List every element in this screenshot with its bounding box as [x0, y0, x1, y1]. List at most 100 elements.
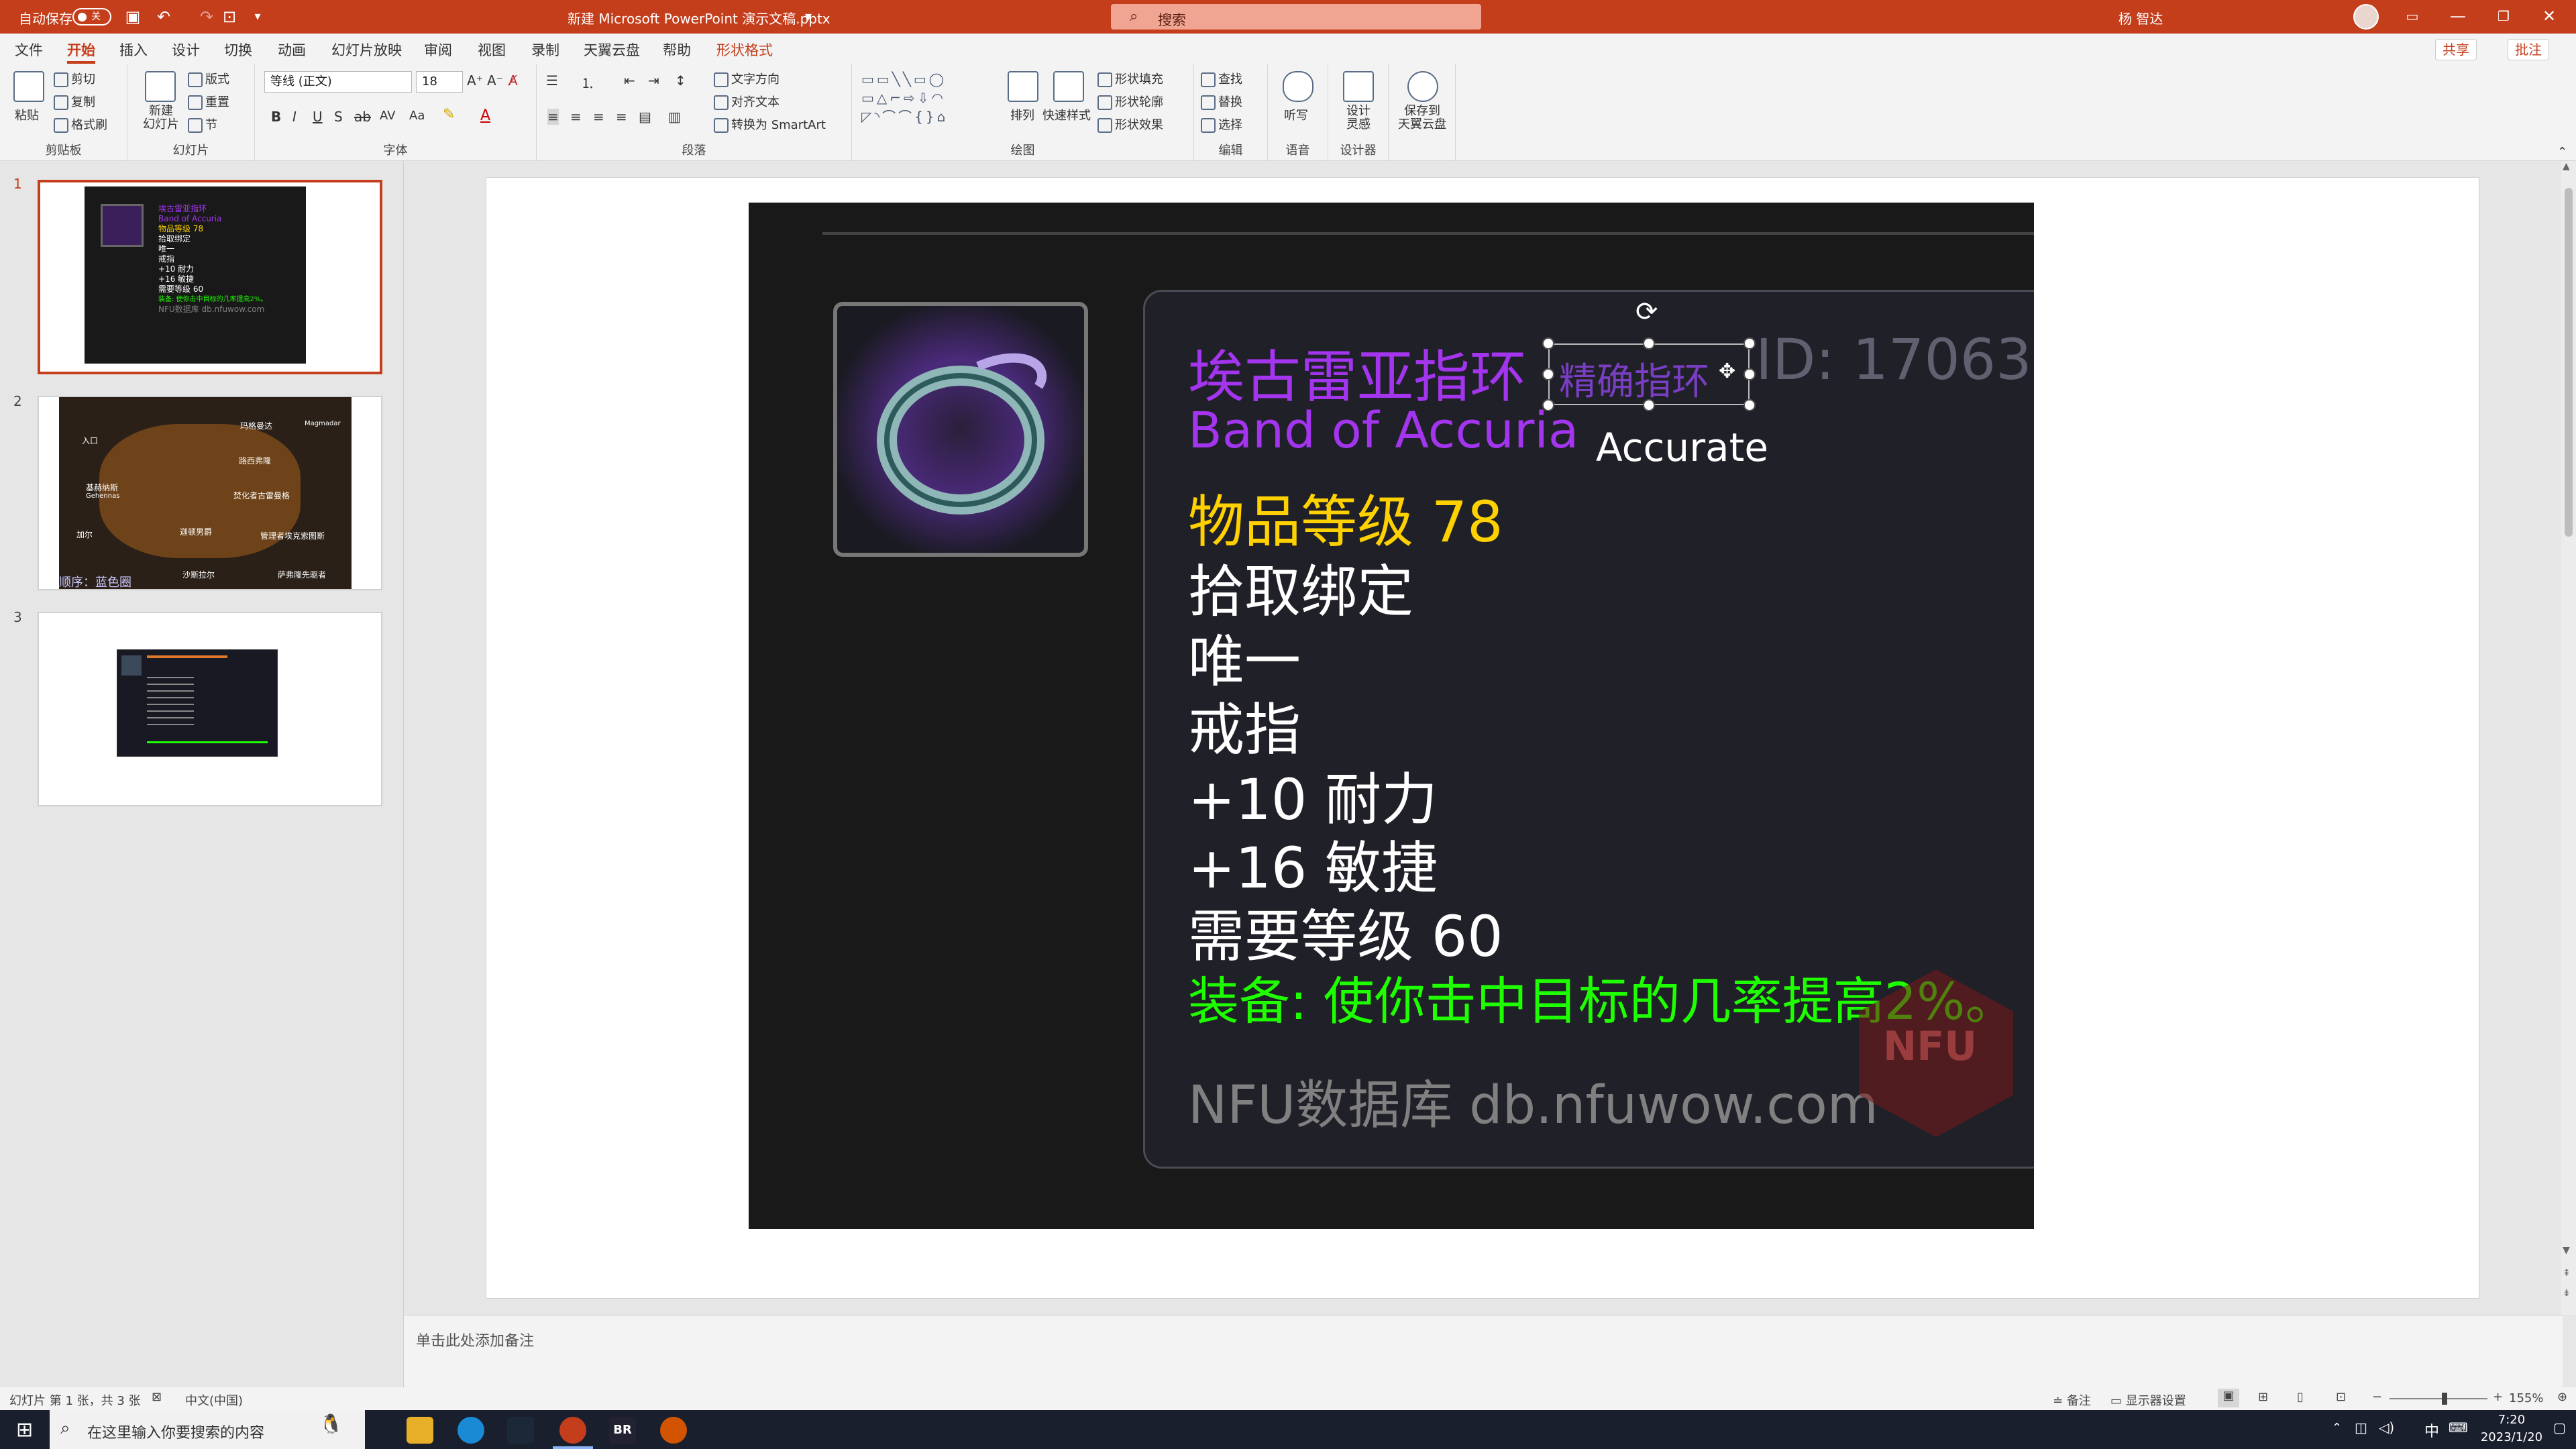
- paste-button[interactable]: 粘贴: [15, 106, 39, 123]
- slideshow-view-icon[interactable]: ⊡: [2336, 1390, 2346, 1404]
- share-button[interactable]: 共享: [2435, 39, 2477, 60]
- spacing-icon[interactable]: AV: [380, 109, 395, 123]
- resize-handle[interactable]: [1542, 337, 1554, 350]
- font-shrink-icon[interactable]: A⁻: [487, 72, 503, 89]
- layout-button[interactable]: 版式: [188, 70, 229, 87]
- br-app-icon[interactable]: BR: [609, 1417, 636, 1444]
- search-box[interactable]: ⌕ 搜索: [1111, 4, 1481, 30]
- resize-handle[interactable]: [1643, 337, 1655, 350]
- notes-placeholder[interactable]: 单击此处添加备注: [416, 1329, 534, 1350]
- tab-review[interactable]: 审阅: [424, 40, 452, 60]
- fit-to-window-icon[interactable]: ⊕: [2557, 1390, 2567, 1404]
- clock-date[interactable]: 2023/1/20: [2458, 1430, 2565, 1444]
- tab-record[interactable]: 录制: [531, 40, 559, 60]
- volume-icon[interactable]: ◁): [2379, 1419, 2394, 1436]
- document-title[interactable]: 新建 Microsoft PowerPoint 演示文稿.pptx: [568, 8, 830, 28]
- rotate-handle-icon[interactable]: ⟳: [1635, 297, 1658, 327]
- normal-view-icon[interactable]: ▣: [2218, 1389, 2239, 1407]
- decrease-indent-icon[interactable]: ⇤: [624, 72, 635, 89]
- align-text-button[interactable]: 对齐文本: [714, 93, 780, 110]
- avatar[interactable]: [2353, 4, 2379, 30]
- bold-icon[interactable]: B: [271, 109, 281, 125]
- display-settings-button[interactable]: ▭ 显示器设置: [2110, 1391, 2186, 1409]
- tray-expand-icon[interactable]: ⌃: [2332, 1421, 2342, 1435]
- dictate-button[interactable]: 听写: [1284, 106, 1308, 123]
- start-from-beginning-icon[interactable]: ⊡: [217, 5, 241, 29]
- cut-button[interactable]: 剪切: [54, 70, 95, 87]
- justify-icon[interactable]: ≡: [616, 109, 627, 125]
- arrange-icon[interactable]: [1008, 71, 1038, 102]
- tab-file[interactable]: 文件: [15, 40, 43, 60]
- selected-textbox-text[interactable]: 精确指环: [1559, 352, 1709, 406]
- format-painter-button[interactable]: 格式刷: [54, 115, 107, 133]
- replace-button[interactable]: 替换: [1201, 93, 1242, 110]
- scroll-up-icon[interactable]: ▲: [2563, 161, 2570, 172]
- smartart-button[interactable]: 转换为 SmartArt: [714, 115, 826, 133]
- tray-network-icon[interactable]: ◫: [2355, 1419, 2367, 1436]
- reset-button[interactable]: 重置: [188, 93, 229, 110]
- shape-outline-button[interactable]: 形状轮廓: [1097, 93, 1163, 110]
- clock-time[interactable]: 7:20: [2471, 1413, 2552, 1427]
- align-center-icon[interactable]: ≡: [570, 109, 582, 125]
- new-slide-icon[interactable]: [145, 71, 176, 102]
- strikethrough-icon[interactable]: ab: [354, 109, 371, 125]
- shape-effects-button[interactable]: 形状效果: [1097, 115, 1163, 133]
- font-color-icon[interactable]: A: [480, 107, 490, 124]
- shape-fill-button[interactable]: 形状填充: [1097, 70, 1163, 87]
- edge-icon[interactable]: [458, 1417, 484, 1444]
- tab-animations[interactable]: 动画: [278, 40, 306, 60]
- language-indicator[interactable]: 中文(中国): [185, 1391, 243, 1409]
- windows-start-icon[interactable]: ⊞: [16, 1418, 33, 1442]
- slide-thumbnail-1[interactable]: 埃古雷亚指环 Band of Accuria 物品等级 78 拾取绑定 唯一 戒…: [38, 180, 382, 374]
- current-slide[interactable]: 埃古雷亚指环 Band of Accuria 物品等级 78 拾取绑定 唯一 戒…: [749, 203, 2034, 1229]
- increase-indent-icon[interactable]: ⇥: [648, 72, 659, 89]
- tab-slideshow[interactable]: 幻灯片放映: [331, 40, 402, 60]
- taskbar-search[interactable]: ⌕ 在这里输入你要搜索的内容: [50, 1410, 365, 1449]
- tab-view[interactable]: 视图: [478, 40, 506, 60]
- zoom-out-icon[interactable]: −: [2372, 1390, 2382, 1404]
- ime-indicator[interactable]: 中: [2424, 1419, 2439, 1441]
- align-left-icon[interactable]: ≡: [547, 109, 559, 125]
- microphone-icon[interactable]: [1283, 71, 1313, 102]
- powerpoint-icon[interactable]: [559, 1417, 586, 1444]
- tab-home[interactable]: 开始: [67, 40, 95, 64]
- resize-handle[interactable]: [1542, 368, 1554, 380]
- find-button[interactable]: 查找: [1201, 70, 1242, 87]
- title-dropdown-icon[interactable]: ▾: [805, 8, 812, 24]
- comments-button[interactable]: 批注: [2508, 39, 2549, 60]
- previous-slide-icon[interactable]: ⇞: [2563, 1268, 2571, 1279]
- underline-icon[interactable]: U: [313, 109, 323, 125]
- designer-icon[interactable]: [1343, 71, 1374, 102]
- quick-styles-button[interactable]: 快速样式: [1042, 106, 1091, 123]
- notification-icon[interactable]: ▢: [2553, 1419, 2566, 1436]
- gamemaker-icon[interactable]: [660, 1417, 687, 1444]
- columns-icon[interactable]: ▥: [668, 109, 681, 125]
- ribbon-display-icon[interactable]: ▭: [2390, 0, 2435, 34]
- quick-styles-icon[interactable]: [1053, 71, 1084, 102]
- tab-cloud[interactable]: 天翼云盘: [584, 40, 640, 60]
- minimize-button[interactable]: —: [2435, 0, 2481, 34]
- section-button[interactable]: 节: [188, 115, 217, 133]
- collapse-ribbon-icon[interactable]: ⌃: [2557, 145, 2567, 159]
- font-name-input[interactable]: 等线 (正文): [264, 71, 412, 93]
- select-button[interactable]: 选择: [1201, 115, 1242, 133]
- slide-thumbnail-2[interactable]: 入口 玛格曼达 Magmadar 路西弗隆 基赫纳斯 Gehennas 加尔 迦…: [38, 396, 382, 590]
- paste-icon[interactable]: [13, 71, 44, 102]
- arrange-button[interactable]: 排列: [1010, 106, 1034, 123]
- customize-quick-access-icon[interactable]: ▾: [246, 5, 270, 29]
- shapes-gallery[interactable]: ▭▭╲╲▭◯ ▭△⌐⇨⇩◠ ◸◝⌒⌒{}⌂: [861, 70, 996, 130]
- tab-design[interactable]: 设计: [172, 40, 200, 60]
- design-ideas-button[interactable]: 设计 灵感: [1335, 105, 1382, 131]
- accessibility-icon[interactable]: ⊠: [152, 1390, 162, 1404]
- cloud-icon[interactable]: [1407, 71, 1438, 102]
- bullets-icon[interactable]: ☰: [546, 72, 558, 89]
- scroll-down-icon[interactable]: ▼: [2563, 1245, 2570, 1256]
- user-name[interactable]: 杨 智达: [2118, 8, 2163, 28]
- resize-handle[interactable]: [1743, 368, 1756, 380]
- text-direction-button[interactable]: 文字方向: [714, 70, 780, 87]
- vertical-scrollbar[interactable]: ▲ ▼ ⇞ ⇟: [2561, 161, 2576, 1315]
- resize-handle[interactable]: [1743, 399, 1756, 411]
- save-icon[interactable]: ▣: [121, 5, 145, 29]
- resize-handle[interactable]: [1643, 399, 1655, 411]
- resize-handle[interactable]: [1542, 399, 1554, 411]
